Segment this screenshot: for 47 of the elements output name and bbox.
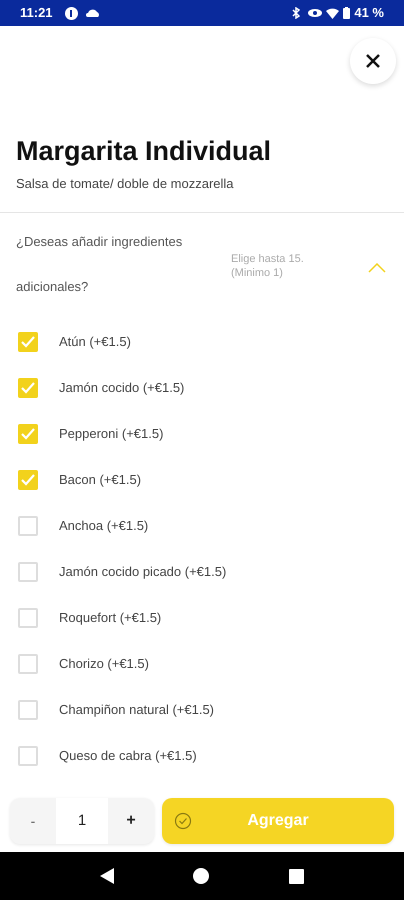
option-label: Roquefort (+€1.5) [59,608,162,627]
back-icon[interactable] [100,868,114,884]
option-label: Atún (+€1.5) [59,332,131,351]
option-label: Queso de cabra (+€1.5) [59,746,197,765]
increase-button[interactable]: + [108,798,154,844]
check-circle-icon [174,812,192,830]
checkbox[interactable] [18,424,38,444]
checkbox[interactable] [18,746,38,766]
product-description: Salsa de tomate/ doble de mozzarella [15,175,235,193]
battery-percentage: 41 % [354,4,384,22]
quantity-value: 1 [56,798,108,844]
close-icon [365,53,381,69]
checkbox[interactable] [18,654,38,674]
option-label: Anchoa (+€1.5) [59,516,148,535]
checkbox[interactable] [18,562,38,582]
option-label: Chorizo (+€1.5) [59,654,149,673]
checkbox[interactable] [18,470,38,490]
checkbox[interactable] [18,332,38,352]
minimum-hint: (Minimo 1) [231,266,284,280]
decrease-button[interactable]: - [10,798,56,844]
checkbox[interactable] [18,378,38,398]
cloud-icon [86,9,100,17]
option-label: Bacon (+€1.5) [59,470,142,489]
checkmark-icon [21,336,35,348]
checkbox[interactable] [18,700,38,720]
wifi-icon [326,8,340,18]
checkbox[interactable] [18,608,38,628]
selection-hint: Elige hasta 15. [231,252,305,266]
option-label: Pepperoni (+€1.5) [59,424,164,443]
app-notification-icon [64,6,78,20]
option-label: Jamón cocido picado (+€1.5) [59,562,226,581]
home-icon[interactable] [193,868,210,884]
option-label: Champiñon natural (+€1.5) [59,700,214,719]
option-label: Jamón cocido (+€1.5) [59,378,184,397]
section-question: ¿Deseas añadir ingredientes adicionales? [16,232,184,296]
clock: 11:21 [20,4,53,22]
battery-icon [343,7,350,19]
collapse-chevron-icon[interactable] [368,262,386,272]
close-button[interactable] [350,38,396,84]
checkmark-icon [21,428,35,440]
eye-icon [308,8,322,18]
checkbox[interactable] [18,516,38,536]
checkmark-icon [21,382,35,394]
checkmark-icon [21,474,35,486]
recents-icon[interactable] [289,868,304,884]
product-title: Margarita Individual [15,135,272,168]
bluetooth-icon [292,7,300,19]
